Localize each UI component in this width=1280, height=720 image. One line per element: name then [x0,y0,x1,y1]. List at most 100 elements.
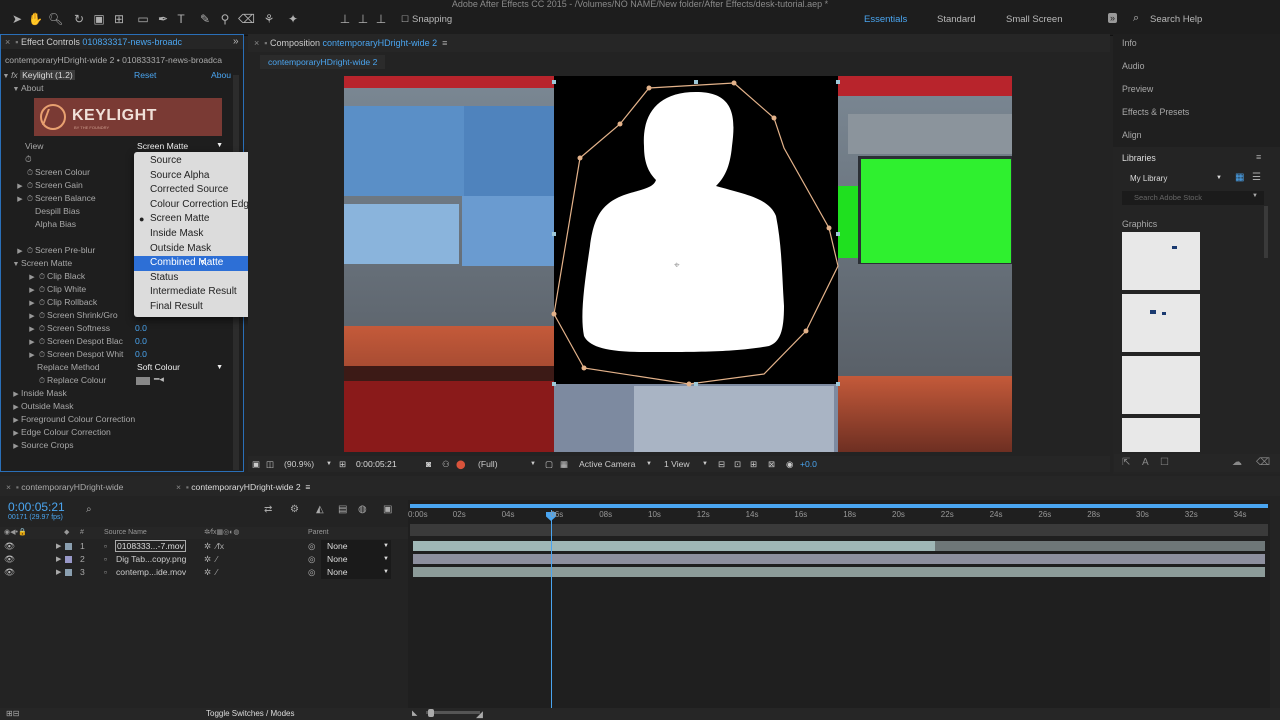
eyedropper-icon[interactable]: ━◂ [154,374,164,385]
panel-audio[interactable]: Audio [1122,61,1145,71]
zoom-out-icon[interactable]: ◣ [412,708,417,720]
layer-name[interactable]: 0108333...-7.mov [115,540,186,552]
work-area-range[interactable] [410,524,1268,536]
axis-world-icon[interactable]: ⊥ [356,12,370,26]
group-edge-colour[interactable]: ▶ Edge Colour Correction [11,426,111,439]
panel-overflow-icon[interactable]: » [233,36,239,47]
matte-prop-row[interactable]: ▶ ⏱ Screen Shrink/Gro [27,309,117,322]
search-help-field[interactable]: Search Help [1150,14,1202,25]
label-color-swatch[interactable] [65,556,72,563]
rectangle-tool-icon[interactable]: ▭ [136,12,150,26]
layer-switches[interactable]: ✲ ⁄fx [204,540,224,553]
composition-tab[interactable]: × ▪ Composition contemporaryHDright-wide… [254,38,447,48]
library-select[interactable]: My Library ▼ [1124,172,1226,185]
group-source-crops[interactable]: ▶ Source Crops [11,439,73,452]
graphic-thumbnail[interactable] [1122,356,1200,414]
comp-timecode[interactable]: 0:00:05:21 [356,456,397,472]
snapping-checkbox[interactable]: ☐ [398,12,412,26]
graphic-thumbnail[interactable] [1122,232,1200,290]
pickwhip-icon[interactable]: ◎ [308,553,316,566]
stock-search-input[interactable]: Search Adobe Stock [1122,191,1264,205]
safe-margins-icon[interactable]: ⊞ [339,456,346,472]
matte-prop-row[interactable]: ▶ ⏱ Clip Black [27,270,85,283]
puppet-tool-icon[interactable]: ✦ [286,12,300,26]
motion-blur-icon[interactable]: ◍ [358,504,367,515]
zoom-slider-thumb[interactable] [428,709,434,717]
workspace-menu-icon[interactable]: » [1108,13,1118,23]
effect-controls-tab[interactable]: × ▪ Effect Controls 010833317-news-broad… [5,37,182,47]
prop-value[interactable]: 0.0 [135,335,147,348]
timeline-timecode[interactable]: 0:00:05:21 [8,500,65,514]
workspace-standard[interactable]: Standard [937,14,976,25]
camera-tool-icon[interactable]: ▣ [92,12,106,26]
reset-link[interactable]: Reset [134,69,156,82]
visibility-eye-icon[interactable]: 👁 [4,553,15,566]
lock-icon[interactable]: ▪ [264,38,267,48]
layer-name[interactable]: contemp...ide.mov [116,566,186,579]
visibility-eye-icon[interactable]: 👁 [4,566,15,579]
matte-prop-row[interactable]: ▶ ⏱ Screen Softness 0.0 [27,322,242,335]
replace-method-dropdown[interactable]: Soft Colour ▼ [137,361,225,373]
rotate-tool-icon[interactable]: ↻ [72,12,86,26]
work-area-bar[interactable] [410,504,1268,508]
toggle-panes-icon[interactable]: ⊞⊟ [6,708,19,720]
frame-blending-icon[interactable]: ▤ [338,504,347,515]
flowchart-icon[interactable]: ⊠ [768,456,775,472]
layer-bar[interactable] [413,541,935,551]
pen-tool-icon[interactable]: ✒ [156,12,170,26]
replace-colour-swatch[interactable] [136,377,150,385]
view-dropdown[interactable]: Screen Matte ▼ [137,140,225,152]
panel-preview[interactable]: Preview [1122,84,1153,94]
toggle-switches-modes[interactable]: Toggle Switches / Modes [206,708,295,720]
prop-screen-pre-blur[interactable]: ▶ ⏱ Screen Pre-blur [15,244,95,257]
layer-bar[interactable] [935,541,1265,551]
visibility-eye-icon[interactable]: 👁 [4,540,15,553]
label-color-swatch[interactable] [65,569,72,576]
eraser-tool-icon[interactable]: ⌫ [238,12,255,26]
graphic-thumbnail[interactable] [1122,418,1200,452]
layer-row[interactable]: 👁 ▶ 1 ▫ 0108333...-7.mov ✲ ⁄fx ◎ None ▼ [0,540,408,553]
graph-editor-icon[interactable]: ▣ [383,504,392,515]
parent-dropdown[interactable]: None ▼ [321,553,391,566]
prop-screen-gain[interactable]: ▶ ⏱ Screen Gain [15,179,82,192]
composition-viewer[interactable]: ⌖ [344,76,1012,452]
grid-view-icon[interactable]: ▦ [1235,172,1244,183]
pan-behind-tool-icon[interactable]: ⊞ [112,12,126,26]
search-icon[interactable]: ⌕ [86,504,92,515]
prop-value[interactable]: 0.0 [135,322,147,335]
comp-mini-flowchart-icon[interactable]: ⇄ [264,504,272,515]
list-view-icon[interactable]: ☰ [1252,172,1261,183]
camera-dropdown[interactable]: Active Camera [579,456,635,472]
group-inside-mask[interactable]: ▶ Inside Mask [11,387,67,400]
matte-prop-row[interactable]: ▶ ⏱ Screen Despot Whit 0.0 [27,348,242,361]
col-source-name[interactable]: Source Name [104,527,147,539]
pickwhip-icon[interactable]: ◎ [308,566,316,579]
close-icon[interactable]: × [5,37,10,47]
snapshot-icon[interactable]: ◙ [426,456,431,472]
prop-despill-bias[interactable]: Despill Bias [15,205,80,218]
timeline-icon[interactable]: ⊞ [750,456,757,472]
close-icon[interactable]: × [254,38,259,48]
parent-dropdown[interactable]: None ▼ [321,566,391,579]
axis-view-icon[interactable]: ⊥ [374,12,388,26]
shy-icon[interactable]: ◭ [316,504,324,515]
composition-subtab[interactable]: contemporaryHDright-wide 2 [260,55,386,69]
region-of-interest-icon[interactable]: ▢ [545,456,553,472]
type-tool-icon[interactable]: T [174,12,188,26]
layer-switches[interactable]: ✲ ⁄ [204,566,217,579]
prop-screen-balance[interactable]: ▶ ⏱ Screen Balance [15,192,95,205]
chevron-down-icon[interactable]: ▼ [702,456,708,472]
add-color-icon[interactable]: ☐ [1160,454,1169,472]
col-parent[interactable]: Parent [308,527,329,539]
screen-matte-group[interactable]: ▼ Screen Matte [11,257,73,270]
chevron-down-icon[interactable]: ▼ [1252,193,1258,199]
matte-prop-row[interactable]: ▶ ⏱ Clip Rollback [27,296,97,309]
axis-local-icon[interactable]: ⊥ [338,12,352,26]
label-color-swatch[interactable] [65,543,72,550]
graphic-thumbnail[interactable] [1122,294,1200,352]
pixel-aspect-icon[interactable]: ⊟ [718,456,725,472]
layer-switches[interactable]: ✲ ⁄ [204,553,217,566]
workspace-essentials[interactable]: Essentials [864,14,907,25]
search-icon[interactable]: ⌕ [1133,12,1139,25]
sync-icon[interactable]: ☁ [1232,454,1242,472]
